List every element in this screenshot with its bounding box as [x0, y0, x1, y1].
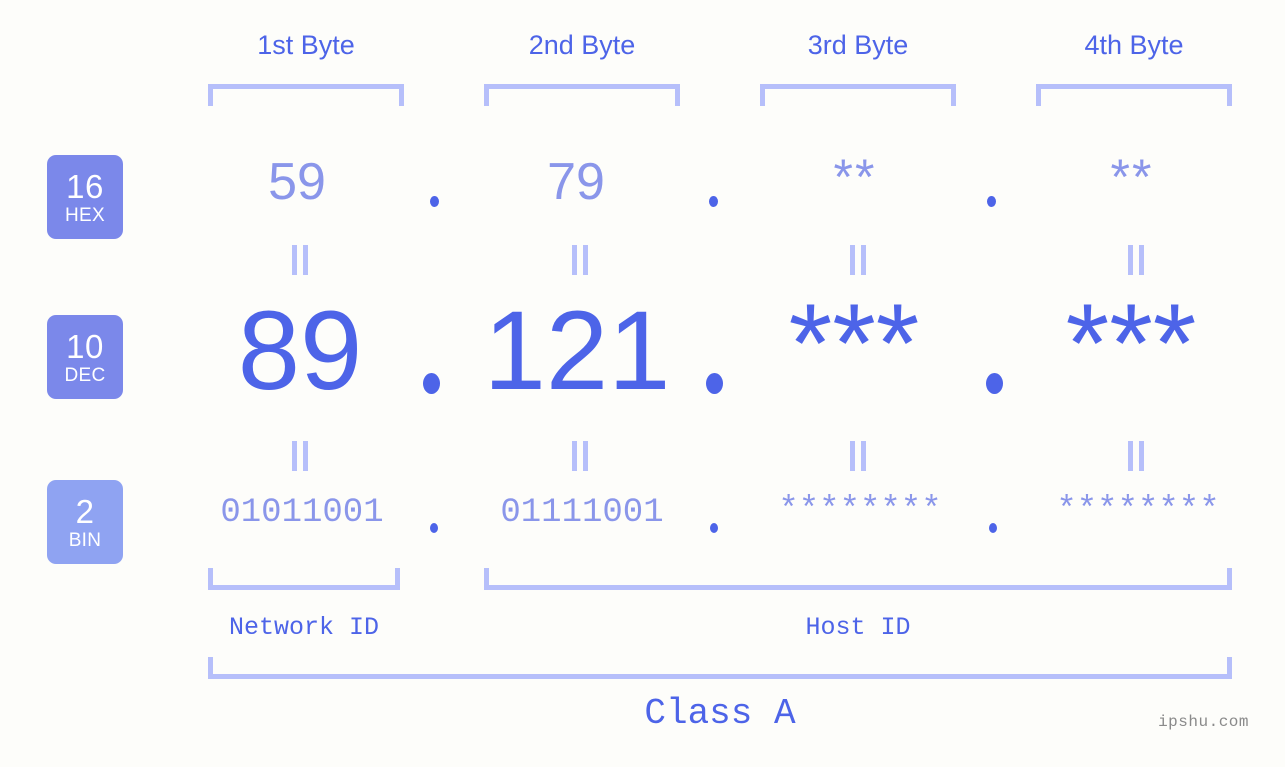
class-label: Class A — [644, 693, 796, 734]
equality-mark-dec-bin-3 — [850, 441, 867, 471]
radix-badge-bin-number: 2 — [75, 492, 95, 530]
radix-badge-hex-number: 16 — [66, 167, 104, 205]
equality-mark-hex-dec-4 — [1128, 245, 1145, 275]
class-bracket — [208, 657, 1232, 679]
network-id-label: Network ID — [228, 613, 380, 642]
byte-bracket-4 — [1036, 84, 1232, 106]
bin-value-byte-1: 01011001 — [220, 494, 384, 532]
hex-separator-dot-3 — [987, 196, 996, 207]
hex-value-byte-1: 59 — [268, 153, 326, 211]
hex-value-byte-2: 79 — [547, 153, 605, 211]
radix-badge-bin: 2 BIN — [47, 480, 123, 564]
byte-header-1: 1st Byte — [257, 30, 355, 60]
dec-value-byte-4: *** — [1065, 281, 1197, 406]
watermark: ipshu.com — [1158, 713, 1249, 731]
bin-separator-dot-1 — [430, 523, 438, 533]
radix-badge-bin-name: BIN — [68, 529, 102, 551]
hex-value-byte-4: ** — [1110, 149, 1154, 205]
byte-bracket-1 — [208, 84, 404, 106]
hex-separator-dot-2 — [709, 196, 718, 207]
host-id-label: Host ID — [805, 613, 911, 642]
dec-value-byte-2: 121 — [483, 288, 671, 413]
byte-bracket-3 — [760, 84, 956, 106]
radix-badge-hex: 16 HEX — [47, 155, 123, 239]
bin-separator-dot-3 — [989, 523, 997, 533]
dec-value-byte-1: 89 — [237, 288, 363, 413]
byte-header-3: 3rd Byte — [807, 30, 909, 60]
equality-mark-dec-bin-1 — [292, 441, 309, 471]
radix-badge-hex-name: HEX — [65, 204, 105, 226]
bin-value-byte-4: ******** — [1056, 492, 1220, 530]
dec-value-byte-3: *** — [788, 281, 920, 406]
bin-value-byte-3: ******** — [778, 492, 942, 530]
radix-badge-dec: 10 DEC — [47, 315, 123, 399]
network-id-bracket — [208, 568, 400, 590]
equality-mark-dec-bin-4 — [1128, 441, 1145, 471]
byte-header-4: 4th Byte — [1084, 30, 1184, 60]
radix-badge-dec-number: 10 — [66, 327, 104, 365]
bin-value-byte-2: 01111001 — [500, 494, 664, 532]
radix-badge-dec-name: DEC — [64, 364, 106, 386]
dec-separator-dot-1 — [423, 373, 440, 394]
dec-separator-dot-2 — [706, 373, 723, 394]
equality-mark-dec-bin-2 — [572, 441, 589, 471]
bin-separator-dot-2 — [710, 523, 718, 533]
host-id-bracket — [484, 568, 1232, 590]
equality-mark-hex-dec-2 — [572, 245, 589, 275]
hex-separator-dot-1 — [430, 196, 439, 207]
equality-mark-hex-dec-1 — [292, 245, 309, 275]
ip-address-breakdown-diagram: 1st Byte 2nd Byte 3rd Byte 4th Byte 16 H… — [0, 0, 1285, 767]
byte-bracket-2 — [484, 84, 680, 106]
equality-mark-hex-dec-3 — [850, 245, 867, 275]
dec-separator-dot-3 — [986, 373, 1003, 394]
byte-header-2: 2nd Byte — [528, 30, 636, 60]
hex-value-byte-3: ** — [833, 149, 877, 205]
